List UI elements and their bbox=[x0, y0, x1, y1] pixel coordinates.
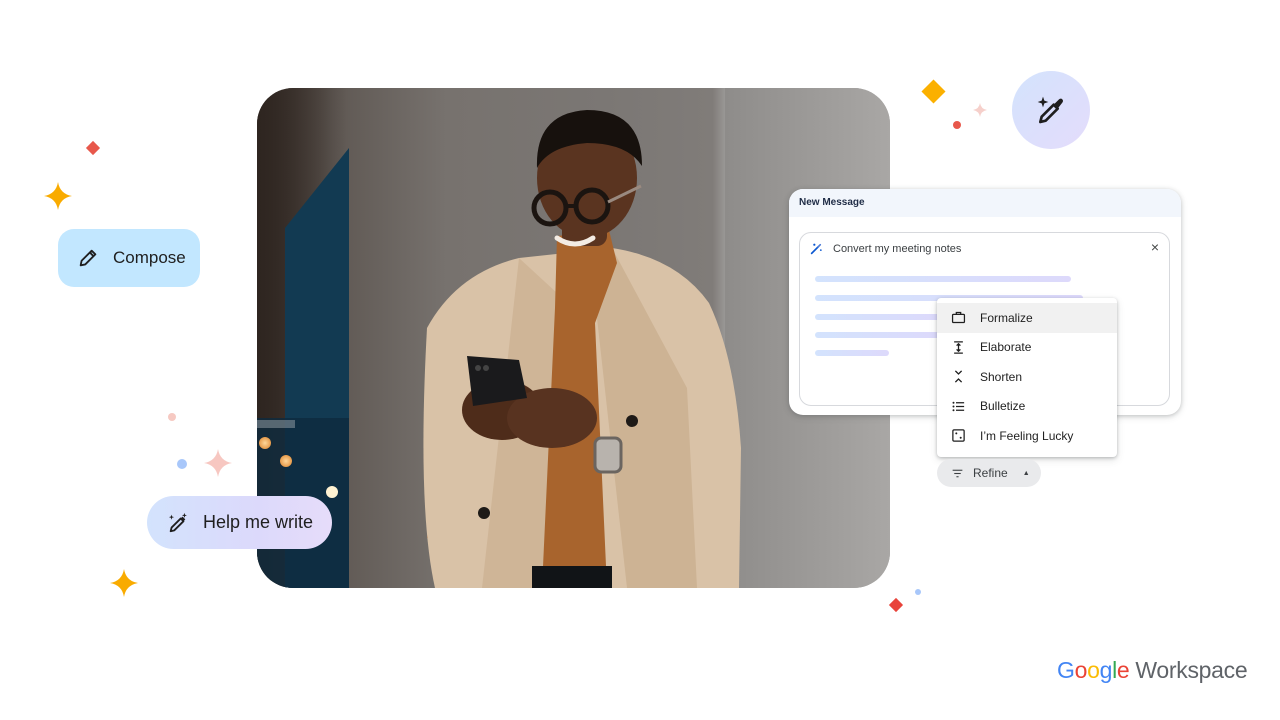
menu-item-feeling-lucky[interactable]: I’m Feeling Lucky bbox=[937, 421, 1117, 451]
logo-letter: e bbox=[1116, 657, 1130, 683]
dice-icon bbox=[952, 429, 965, 442]
refine-button[interactable]: Refine ▲ bbox=[937, 459, 1041, 487]
filter-icon bbox=[952, 469, 963, 477]
text-placeholder-line bbox=[815, 276, 1071, 282]
caret-up-icon: ▲ bbox=[1022, 469, 1030, 477]
close-icon[interactable]: × bbox=[1151, 240, 1159, 254]
pencil-icon bbox=[79, 249, 97, 267]
red-dot-decoration bbox=[953, 121, 961, 129]
pink-sparkle-decoration bbox=[204, 449, 232, 477]
expand-vertical-icon bbox=[954, 341, 963, 354]
menu-item-label: Formalize bbox=[980, 310, 1033, 325]
yellow-sparkle-decoration bbox=[110, 569, 138, 597]
magic-pen-icon bbox=[168, 512, 187, 532]
list-bullet-icon bbox=[952, 401, 965, 411]
blue-dot-decoration bbox=[177, 459, 187, 469]
compose-button[interactable]: Compose bbox=[58, 229, 200, 287]
refine-menu: Formalize Elaborate Shorten Bulletize I’… bbox=[937, 298, 1117, 457]
menu-item-shorten[interactable]: Shorten bbox=[937, 362, 1117, 392]
menu-item-bulletize[interactable]: Bulletize bbox=[937, 392, 1117, 422]
magic-pen-icon bbox=[1037, 96, 1063, 124]
briefcase-icon bbox=[951, 312, 966, 324]
compose-label: Compose bbox=[113, 248, 186, 267]
logo-product-name: Workspace bbox=[1135, 657, 1248, 683]
refine-label: Refine bbox=[973, 466, 1008, 480]
magic-pen-icon bbox=[810, 243, 822, 255]
menu-item-label: Bulletize bbox=[980, 399, 1026, 414]
menu-item-formalize[interactable]: Formalize bbox=[937, 303, 1117, 333]
magic-pen-badge bbox=[1012, 71, 1090, 149]
red-diamond-decoration bbox=[888, 597, 904, 613]
logo-letter: o bbox=[1087, 657, 1100, 683]
logo-letter: g bbox=[1099, 657, 1113, 683]
text-placeholder-line bbox=[815, 332, 945, 338]
yellow-diamond-decoration bbox=[921, 79, 946, 104]
help-me-write-label: Help me write bbox=[203, 512, 314, 532]
google-workspace-logo: G o o g l e Workspace bbox=[1057, 657, 1248, 684]
logo-letter: G bbox=[1057, 657, 1075, 683]
blue-dot-decoration bbox=[915, 589, 921, 595]
pink-dot-decoration bbox=[168, 413, 176, 421]
text-placeholder-line bbox=[815, 350, 889, 356]
red-diamond-decoration bbox=[85, 140, 101, 156]
menu-item-label: Shorten bbox=[980, 369, 1023, 384]
menu-item-label: I’m Feeling Lucky bbox=[980, 428, 1074, 443]
text-placeholder-line bbox=[815, 314, 945, 320]
logo-letter: o bbox=[1074, 657, 1088, 683]
pink-sparkle-decoration bbox=[973, 103, 987, 117]
menu-item-label: Elaborate bbox=[980, 340, 1032, 355]
prompt-row: Convert my meeting notes bbox=[810, 242, 961, 255]
menu-item-elaborate[interactable]: Elaborate bbox=[937, 333, 1117, 363]
collapse-vertical-icon bbox=[954, 370, 963, 383]
yellow-sparkle-decoration bbox=[44, 182, 72, 210]
window-title: New Message bbox=[789, 189, 1181, 217]
help-me-write-button[interactable]: Help me write bbox=[147, 496, 332, 549]
prompt-text: Convert my meeting notes bbox=[833, 242, 962, 255]
